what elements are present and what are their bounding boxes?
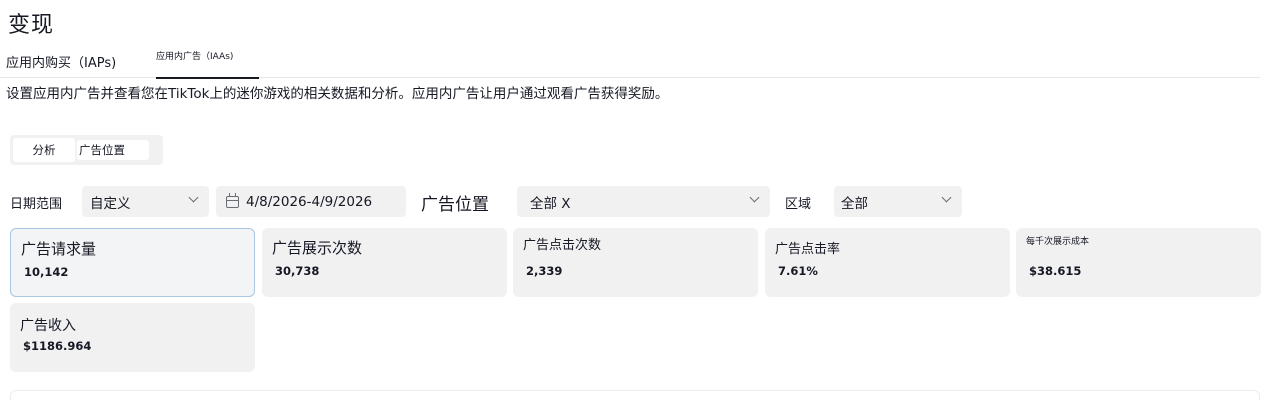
segment-ad-placement-label: 广告位置 [77,140,149,160]
metric-card-clicks[interactable]: 广告点击次数 2,339 [513,228,758,297]
region-value: 全部 [841,195,868,212]
metric-value: 10,142 [24,265,69,279]
calendar-icon [226,192,239,208]
metric-value: $38.615 [1029,264,1082,278]
metric-label: 广告请求量 [21,240,97,258]
chevron-down-icon [941,192,952,203]
ad-placement-label: 广告位置 [421,195,489,215]
segment-ad-placement[interactable]: 广告位置 [75,138,157,162]
region-label: 区域 [785,197,812,212]
view-segmented-control: 分析 广告位置 [10,135,163,165]
ad-placement-select[interactable]: 全部 X [517,186,770,217]
chevron-down-icon [188,192,199,203]
date-mode-select[interactable]: 自定义 [82,186,209,217]
metric-label: 广告展示次数 [272,239,363,257]
metric-label: 每千次展示成本 [1026,237,1090,247]
date-range-picker[interactable]: 4/8/2026-4/9/2026 [216,186,406,217]
date-range-label: 日期范围 [10,197,63,212]
tab-bar: 应用内购买（IAPs) 应用内广告（IAAs) [0,44,1260,79]
metric-card-ecpm[interactable]: 每千次展示成本 $38.615 [1016,228,1261,297]
date-range-value: 4/8/2026-4/9/2026 [246,193,373,210]
metric-card-ad-requests[interactable]: 广告请求量 10,142 [10,228,255,297]
metric-value: 2,339 [526,264,563,278]
metric-value: 7.61% [778,264,818,278]
metric-card-ctr[interactable]: 广告点击率 7.61% [765,228,1010,297]
metric-value: $1186.964 [23,339,92,353]
page-description: 设置应用内广告并查看您在TikTok上的迷你游戏的相关数据和分析。应用内广告让用… [6,86,669,102]
date-mode-value: 自定义 [90,195,131,212]
chart-panel [10,390,1260,400]
region-select[interactable]: 全部 [834,186,962,217]
metric-label: 广告收入 [20,318,76,334]
metric-label: 广告点击次数 [523,238,602,253]
chevron-down-icon [749,192,760,203]
metric-label: 广告点击率 [775,242,841,257]
segment-analysis[interactable]: 分析 [13,138,75,162]
metric-card-ad-revenue[interactable]: 广告收入 $1186.964 [10,303,255,372]
tab-iaas[interactable]: 应用内广告（IAAs) [156,44,259,79]
tab-iaps[interactable]: 应用内购买（IAPs) [6,44,116,78]
metric-value: 30,738 [275,264,320,278]
ad-placement-value: 全部 X [530,195,571,212]
page-title: 变现 [8,13,55,38]
metric-card-impressions[interactable]: 广告展示次数 30,738 [262,228,507,297]
